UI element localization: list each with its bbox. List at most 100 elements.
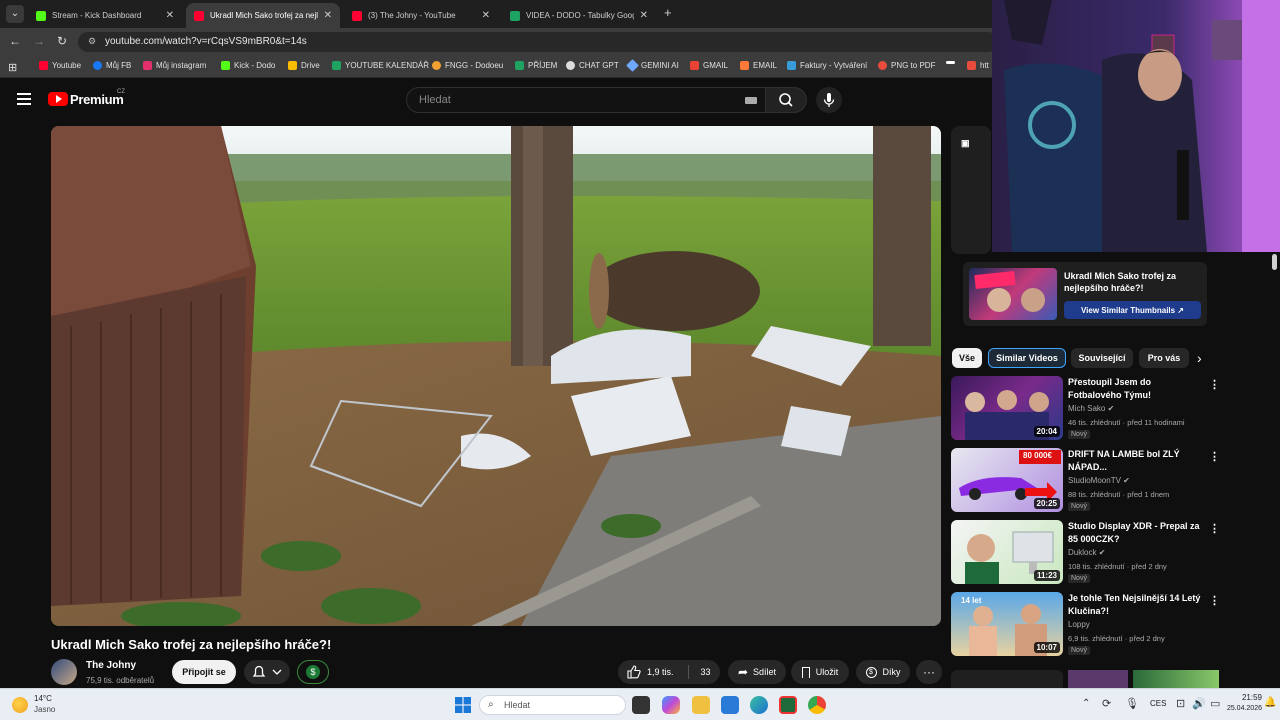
bookmark-youtube[interactable]: Youtube [39, 61, 81, 70]
clock-time[interactable]: 21:59 [1228, 693, 1262, 702]
video-thumbnail[interactable]: 11:23 [951, 520, 1063, 584]
chip-all[interactable]: Vše [952, 348, 982, 368]
bookmark-fngg[interactable]: FNGG - Dodoeu [432, 61, 503, 70]
notification-bell-icon[interactable]: 🔔 [1264, 697, 1276, 708]
more-options-icon[interactable]: ⋮ [1209, 378, 1220, 391]
sync-icon[interactable]: ⟳ [1102, 697, 1111, 710]
close-icon[interactable]: ✕ [482, 10, 490, 21]
thanks-button[interactable]: $ Díky [856, 660, 910, 684]
reload-icon[interactable]: ↻ [57, 34, 67, 48]
back-icon[interactable]: ← [9, 34, 21, 48]
recommendation-title[interactable]: Studio Display XDR - Prepal za 85 000CZK… [1068, 520, 1206, 546]
weather-icon[interactable] [12, 697, 28, 713]
chip-similar-videos[interactable]: Similar Videos [988, 348, 1066, 368]
new-tab-button[interactable]: + [664, 5, 672, 20]
site-info-icon[interactable]: ⚙ [88, 36, 98, 46]
bookmark-drive[interactable]: Drive [288, 61, 320, 70]
recommendation-item[interactable]: 14 let 10:07 Je tohle Ten Nejsilnější 14… [951, 592, 1221, 656]
notifications-button[interactable] [244, 660, 290, 684]
obs-recording-icon[interactable] [779, 696, 797, 714]
bookmark-chatgpt[interactable]: CHAT GPT [566, 61, 619, 70]
bookmark-yt-calendar[interactable]: YOUTUBE KALENDÁŘ [332, 61, 429, 70]
chip-related[interactable]: Související [1071, 348, 1133, 368]
network-icon[interactable]: ⊡ [1176, 697, 1185, 710]
tab-the-johny[interactable]: (3) The Johny - YouTube ✕ [344, 3, 498, 28]
close-icon[interactable]: ✕ [640, 10, 648, 21]
channel-name[interactable]: The Johny [86, 660, 136, 671]
youtube-brand[interactable]: Premium [70, 92, 124, 107]
recommendation-channel[interactable]: Duklock ✔ [1068, 548, 1105, 557]
bookmark-png-to-pdf[interactable]: PNG to PDF [878, 61, 935, 70]
tab-google-sheets[interactable]: VIDEA - DODO - Tabulky Googl ✕ [502, 3, 656, 28]
video-player[interactable] [51, 126, 941, 626]
bookmark-email[interactable]: EMAIL [740, 61, 777, 70]
chevron-up-icon[interactable]: ⌃ [1082, 698, 1090, 709]
promo-thumbnail[interactable] [969, 268, 1057, 320]
recommendation-item[interactable]: 20:04 Přestoupil Jsem do Fotbalového Tým… [951, 376, 1221, 440]
task-view-icon[interactable] [632, 696, 650, 714]
recommendation-title[interactable]: Přestoupil Jsem do Fotbalového Týmu! [1068, 376, 1206, 402]
store-icon[interactable] [721, 696, 739, 714]
recommendation-item[interactable]: 11:23 Studio Display XDR - Prepal za 85 … [951, 520, 1221, 584]
scrollbar-thumb[interactable] [1272, 254, 1277, 270]
menu-icon[interactable] [17, 93, 31, 105]
search-input[interactable]: Hledat [406, 87, 766, 113]
bookmark-faktury[interactable]: Faktury - Vytváření [787, 61, 867, 70]
keyboard-icon[interactable] [745, 97, 757, 104]
channel-avatar[interactable] [51, 659, 77, 685]
chevron-right-icon[interactable]: › [1197, 350, 1202, 366]
taskbar-search-input[interactable]: ⌕ Hledat [479, 695, 626, 715]
recommendation-title[interactable]: DRIFT NA LAMBE bol ZLÝ NÁPAD... [1068, 448, 1206, 474]
bookmark-prijem[interactable]: PŘÍJEM [515, 61, 557, 70]
recommendation-channel[interactable]: StudioMoonTV ✔ [1068, 476, 1130, 485]
clock-date[interactable]: 25.04.2026 [1216, 705, 1262, 712]
weather-temp[interactable]: 14°C [34, 694, 52, 703]
voice-search-button[interactable] [816, 87, 842, 113]
forward-icon[interactable]: → [33, 34, 45, 48]
chrome-icon[interactable] [808, 696, 826, 714]
close-icon[interactable]: ✕ [324, 10, 332, 21]
recommendation-item[interactable]: 80 000€ 20:25 DRIFT NA LAMBE bol ZLÝ NÁP… [951, 448, 1221, 512]
more-options-icon[interactable]: ⋮ [1209, 594, 1220, 607]
recommendation-channel[interactable]: Loppy [1068, 620, 1090, 629]
more-options-icon[interactable]: ⋮ [1209, 450, 1220, 463]
url-field[interactable]: ⚙ youtube.com/watch?v=rCqsVS9mBR0&t=14s [78, 32, 998, 52]
bookmark-htt[interactable]: htt [967, 61, 989, 70]
more-actions-button[interactable]: ··· [916, 660, 942, 684]
tab-kick-dashboard[interactable]: Stream - Kick Dashboard ✕ [28, 3, 182, 28]
join-button[interactable]: Připojit se [172, 660, 236, 684]
bookmark-gemini[interactable]: GEMINI AI [626, 59, 679, 72]
copilot-icon[interactable] [662, 696, 680, 714]
recommendation-channel[interactable]: Mich Sako ✔ [1068, 404, 1114, 413]
chip-for-you[interactable]: Pro vás [1139, 348, 1189, 368]
edge-icon[interactable] [750, 696, 768, 714]
thanks-super-button[interactable]: $ [297, 660, 329, 684]
bookmark-gmail[interactable]: GMAIL [690, 61, 728, 70]
tab-search-button[interactable]: ⌄ [6, 5, 24, 23]
share-button[interactable]: ➦ Sdílet [728, 660, 786, 684]
video-thumbnail[interactable]: 14 let 10:07 [951, 592, 1063, 656]
bookmark-unnamed[interactable] [946, 61, 959, 64]
view-similar-thumbnails-button[interactable]: View Similar Thumbnails ↗ [1064, 301, 1201, 319]
bookmark-instagram[interactable]: Můj instagram [143, 61, 206, 70]
video-thumbnail[interactable]: 20:04 [951, 376, 1063, 440]
recommendation-title[interactable]: Je tohle Ten Nejsilnější 14 Letý Klučina… [1068, 592, 1206, 618]
save-button[interactable]: Uložit [791, 660, 849, 684]
video-thumbnail[interactable] [1133, 670, 1219, 688]
close-icon[interactable]: ✕ [166, 10, 174, 21]
youtube-logo-icon[interactable] [48, 92, 68, 106]
bookmark-fb[interactable]: Můj FB [93, 61, 131, 70]
apps-icon[interactable]: ⊞ [8, 61, 17, 74]
bookmark-kick[interactable]: Kick - Dodo [221, 61, 275, 70]
video-thumbnail[interactable] [951, 670, 1063, 688]
more-options-icon[interactable]: ⋮ [1209, 522, 1220, 535]
like-button[interactable]: 1,9 tis. [626, 664, 674, 680]
search-button[interactable] [765, 87, 807, 113]
volume-icon[interactable]: 🔊 [1192, 697, 1206, 710]
video-thumbnail[interactable]: 80 000€ 20:25 [951, 448, 1063, 512]
start-button[interactable] [455, 697, 471, 713]
tab-youtube-video[interactable]: Ukradl Mich Sako trofej za nejle ✕ [186, 3, 340, 28]
microphone-icon[interactable]: 🎙 [1125, 697, 1139, 710]
video-thumbnail[interactable] [1068, 670, 1128, 688]
dislike-button[interactable]: 33 [701, 667, 711, 677]
